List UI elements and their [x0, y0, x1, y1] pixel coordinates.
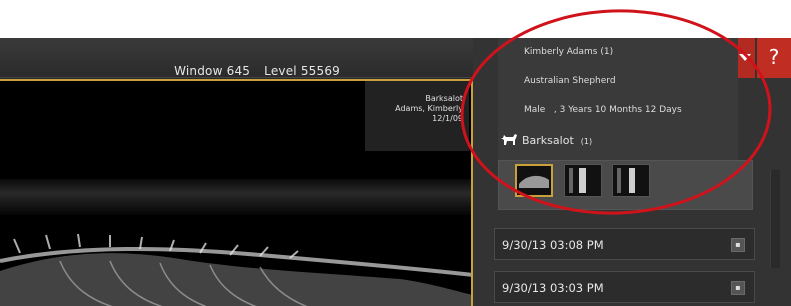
study-expand-button[interactable]: ▪	[731, 238, 745, 252]
study-expand-button[interactable]: ▪	[731, 281, 745, 295]
window-value: Window 645	[174, 64, 251, 78]
image-viewer[interactable]: Barksalot Adams, Kimberly 12/1/09	[0, 79, 473, 306]
study-date: 9/30/13 03:03 PM	[502, 281, 604, 295]
image-overlay-info: Barksalot Adams, Kimberly 12/1/09	[365, 81, 469, 151]
xray-table-edge	[0, 179, 471, 215]
study-date: 9/30/13 03:08 PM	[502, 238, 604, 252]
level-value: Level 55569	[264, 64, 341, 78]
study-item[interactable]: 9/30/13 03:08 PM ▪	[494, 228, 755, 260]
overlay-date: 12/1/09	[432, 114, 463, 123]
xray-image	[0, 233, 471, 306]
red-annotation-ellipse	[460, 9, 772, 215]
study-item[interactable]: 9/30/13 03:03 PM ▪	[494, 271, 755, 303]
overlay-owner-name: Adams, Kimberly	[395, 104, 463, 113]
overlay-pet-name: Barksalot	[425, 94, 463, 103]
